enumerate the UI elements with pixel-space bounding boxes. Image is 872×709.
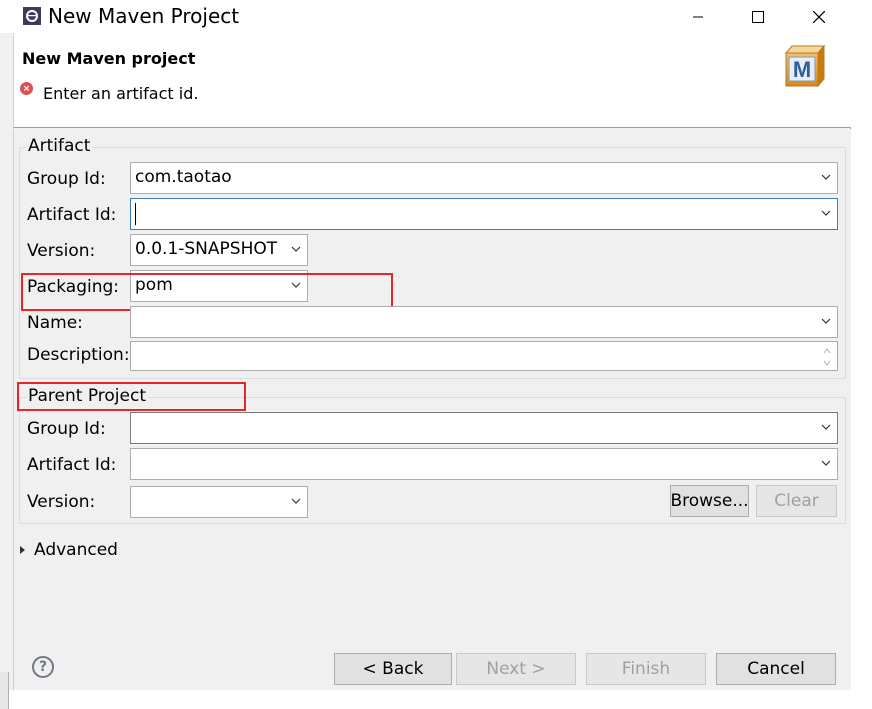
wizard-message: Enter an artifact id. bbox=[43, 84, 199, 103]
version-value: 0.0.1-SNAPSHOT bbox=[135, 239, 278, 259]
chevron-down-icon bbox=[821, 318, 831, 324]
wizard-content: Artifact Group Id: com.taotao Artifact I… bbox=[13, 129, 851, 709]
window-title: New Maven Project bbox=[48, 4, 240, 28]
version-combo[interactable]: 0.0.1-SNAPSHOT bbox=[130, 234, 308, 266]
error-icon: × bbox=[20, 82, 33, 95]
close-icon bbox=[813, 10, 825, 23]
artifact-group-id-value: com.taotao bbox=[135, 167, 232, 187]
new-maven-project-dialog: New Maven Project New Maven project × En… bbox=[0, 0, 851, 709]
chevron-down-icon bbox=[821, 210, 831, 216]
wizard-page-title: New Maven project bbox=[22, 49, 196, 68]
name-label: Name: bbox=[27, 313, 83, 333]
browse-button[interactable]: Browse... bbox=[670, 485, 749, 517]
maximize-button[interactable] bbox=[735, 0, 781, 33]
parent-version-combo[interactable] bbox=[130, 486, 308, 518]
description-label: Description: bbox=[27, 345, 130, 365]
chevron-down-icon bbox=[291, 498, 301, 504]
advanced-label: Advanced bbox=[34, 540, 118, 560]
minimize-button[interactable] bbox=[675, 0, 721, 33]
parent-version-label: Version: bbox=[27, 492, 96, 512]
text-caret bbox=[135, 203, 136, 225]
maximize-icon bbox=[752, 10, 764, 23]
cancel-button[interactable]: Cancel bbox=[716, 653, 836, 685]
artifact-id-combo[interactable] bbox=[130, 198, 838, 230]
advanced-expander[interactable]: Advanced bbox=[20, 540, 118, 560]
artifact-group-title: Artifact bbox=[26, 136, 93, 156]
chevron-down-icon bbox=[821, 174, 831, 180]
description-textarea[interactable] bbox=[130, 341, 838, 371]
version-label: Version: bbox=[27, 241, 96, 261]
parent-artifact-id-label: Artifact Id: bbox=[27, 455, 117, 475]
background-window-edge bbox=[0, 672, 9, 709]
help-icon[interactable]: ? bbox=[32, 656, 54, 678]
eclipse-app-icon bbox=[23, 7, 41, 25]
parent-group-id-combo[interactable] bbox=[130, 412, 838, 444]
next-button[interactable]: Next > bbox=[456, 653, 576, 685]
artifact-group-id-label: Group Id: bbox=[27, 169, 106, 189]
finish-button[interactable]: Finish bbox=[586, 653, 706, 685]
maven-logo-icon: M bbox=[784, 44, 826, 88]
close-button[interactable] bbox=[796, 0, 842, 33]
parent-project-highlight-box bbox=[17, 382, 246, 411]
svg-text:M: M bbox=[793, 57, 811, 82]
scroll-arrows-icon bbox=[823, 348, 831, 366]
chevron-down-icon bbox=[291, 246, 301, 252]
parent-artifact-id-combo[interactable] bbox=[130, 448, 838, 480]
chevron-down-icon bbox=[821, 460, 831, 466]
background-window-strip bbox=[0, 690, 872, 709]
clear-button[interactable]: Clear bbox=[756, 485, 837, 517]
expand-triangle-icon bbox=[20, 546, 25, 554]
wizard-header: New Maven project × Enter an artifact id… bbox=[13, 33, 851, 128]
artifact-group-id-combo[interactable]: com.taotao bbox=[130, 162, 838, 194]
parent-group-id-label: Group Id: bbox=[27, 419, 106, 439]
name-combo[interactable] bbox=[130, 306, 838, 338]
chevron-down-icon bbox=[821, 424, 831, 430]
back-button[interactable]: < Back bbox=[334, 653, 452, 685]
artifact-id-label: Artifact Id: bbox=[27, 205, 117, 225]
title-bar: New Maven Project bbox=[0, 0, 851, 33]
minimize-icon bbox=[693, 16, 703, 17]
